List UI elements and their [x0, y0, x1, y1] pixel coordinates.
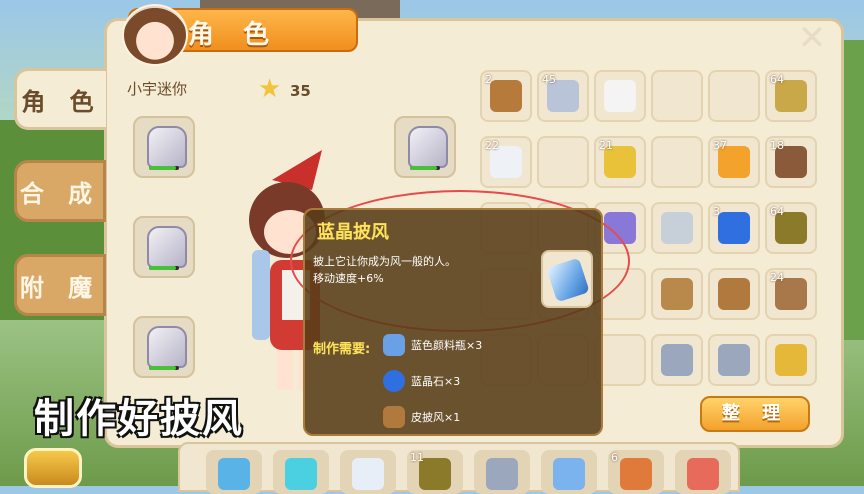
- inventory-slot[interactable]: [765, 334, 817, 386]
- helmet-durability: [149, 166, 179, 170]
- blue-cape-icon: [553, 458, 585, 490]
- hotbar-slot[interactable]: [675, 450, 731, 494]
- panel-title: 角 色: [188, 20, 280, 50]
- hotbar-slot[interactable]: [541, 450, 597, 494]
- boots-durability: [410, 166, 440, 170]
- material-row: 蓝晶石×3: [383, 370, 460, 392]
- inventory-slot[interactable]: [651, 70, 703, 122]
- close-icon[interactable]: ✕: [796, 21, 828, 55]
- hotbar-slot[interactable]: [340, 450, 396, 494]
- star-count: 35: [290, 82, 311, 100]
- item-count: 11: [410, 451, 424, 464]
- item-count: 37: [713, 139, 727, 152]
- inventory-slot[interactable]: [651, 334, 703, 386]
- sort-button[interactable]: 整 理: [700, 396, 810, 432]
- water-bucket-icon: [718, 278, 750, 310]
- brick-icon: [620, 458, 652, 490]
- hotbar-slot[interactable]: [206, 450, 262, 494]
- staff-icon: [285, 458, 317, 490]
- inventory-slot[interactable]: [651, 136, 703, 188]
- item-count: 64: [770, 205, 784, 218]
- helmet-icon: [147, 126, 187, 168]
- shovel-icon: [661, 212, 693, 244]
- chestplate-durability: [149, 266, 179, 270]
- material-row: 蓝色颜料瓶×3: [383, 334, 482, 356]
- inventory-slot[interactable]: [651, 202, 703, 254]
- video-caption: 制作好披风: [34, 396, 244, 442]
- flour-icon: [604, 80, 636, 112]
- tooltip-stat: 移动速度+6%: [313, 272, 384, 285]
- inventory-slot[interactable]: [708, 334, 760, 386]
- material-label: 皮披风×1: [411, 411, 461, 424]
- boots-slot[interactable]: [394, 116, 456, 178]
- inventory-slot[interactable]: 22: [480, 136, 532, 188]
- inventory-slot[interactable]: [708, 70, 760, 122]
- player-name: 小宇迷你: [127, 80, 188, 98]
- item-count: 64: [770, 73, 784, 86]
- leather-cape-icon: [383, 406, 405, 428]
- item-count: 24: [770, 271, 784, 284]
- chestplate-slot[interactable]: [133, 216, 195, 278]
- leggings-durability: [149, 366, 179, 370]
- item-count: 6: [611, 451, 618, 464]
- blue-egg-icon: [718, 212, 750, 244]
- dye-bottle-icon: [383, 334, 405, 356]
- hotbar-slot[interactable]: [474, 450, 530, 494]
- item-count: 22: [485, 139, 499, 152]
- inventory-slot[interactable]: [708, 268, 760, 320]
- inventory-slot[interactable]: 18: [765, 136, 817, 188]
- gold-pickaxe-icon: [775, 344, 807, 376]
- chest-icon[interactable]: [24, 448, 82, 488]
- boots-icon: [408, 126, 448, 168]
- inventory-slot[interactable]: 2: [480, 70, 532, 122]
- inventory-slot[interactable]: 21: [594, 136, 646, 188]
- tooltip-item-preview: [541, 250, 593, 308]
- item-count: 18: [770, 139, 784, 152]
- leggings-slot[interactable]: [133, 316, 195, 378]
- helmet-slot[interactable]: [133, 116, 195, 178]
- material-label: 蓝色颜料瓶×3: [411, 339, 483, 352]
- player-avatar: [122, 4, 188, 66]
- inventory-slot[interactable]: 3: [708, 202, 760, 254]
- inventory-slot[interactable]: [651, 268, 703, 320]
- item-count: 3: [713, 205, 720, 218]
- requirements-label: 制作需要:: [313, 342, 371, 357]
- tooltip-description: 披上它让你成为风一般的人。: [313, 255, 456, 268]
- sword-icon: [718, 344, 750, 376]
- tab-character[interactable]: 角 色: [14, 68, 106, 130]
- leggings-icon: [147, 326, 187, 368]
- pickaxe-icon: [661, 344, 693, 376]
- ice-cream-icon: [352, 458, 384, 490]
- hotbar-slot[interactable]: 11: [407, 450, 463, 494]
- star-icon: ★: [258, 74, 282, 104]
- bow-icon: [661, 278, 693, 310]
- blue-cape-icon: [546, 257, 590, 303]
- hotbar: 11 6: [178, 442, 740, 494]
- inventory-slot[interactable]: 64: [765, 70, 817, 122]
- spear-icon: [486, 458, 518, 490]
- inventory-slot[interactable]: [537, 136, 589, 188]
- tab-enchant[interactable]: 附 魔: [14, 254, 106, 316]
- item-count: 2: [485, 73, 492, 86]
- tooltip-title: 蓝晶披风: [317, 222, 389, 243]
- item-tooltip: 蓝晶披风 披上它让你成为风一般的人。 移动速度+6% 制作需要: 蓝色颜料瓶×3…: [303, 208, 603, 436]
- stick-icon: [490, 80, 522, 112]
- hotbar-slot[interactable]: 6: [608, 450, 664, 494]
- tab-crafting[interactable]: 合 成: [14, 160, 106, 222]
- inventory-slot[interactable]: 24: [765, 268, 817, 320]
- inventory-slot[interactable]: [594, 70, 646, 122]
- material-row: 皮披风×1: [383, 406, 460, 428]
- inventory-slot[interactable]: 37: [708, 136, 760, 188]
- hotbar-slot[interactable]: [273, 450, 329, 494]
- item-count: 45: [542, 73, 556, 86]
- inventory-slot[interactable]: 64: [765, 202, 817, 254]
- blue-sword-icon: [218, 458, 250, 490]
- material-label: 蓝晶石×3: [411, 375, 461, 388]
- inventory-slot[interactable]: 45: [537, 70, 589, 122]
- blue-crystal-icon: [383, 370, 405, 392]
- meat-block-icon: [687, 458, 719, 490]
- item-count: 21: [599, 139, 613, 152]
- chestplate-icon: [147, 226, 187, 268]
